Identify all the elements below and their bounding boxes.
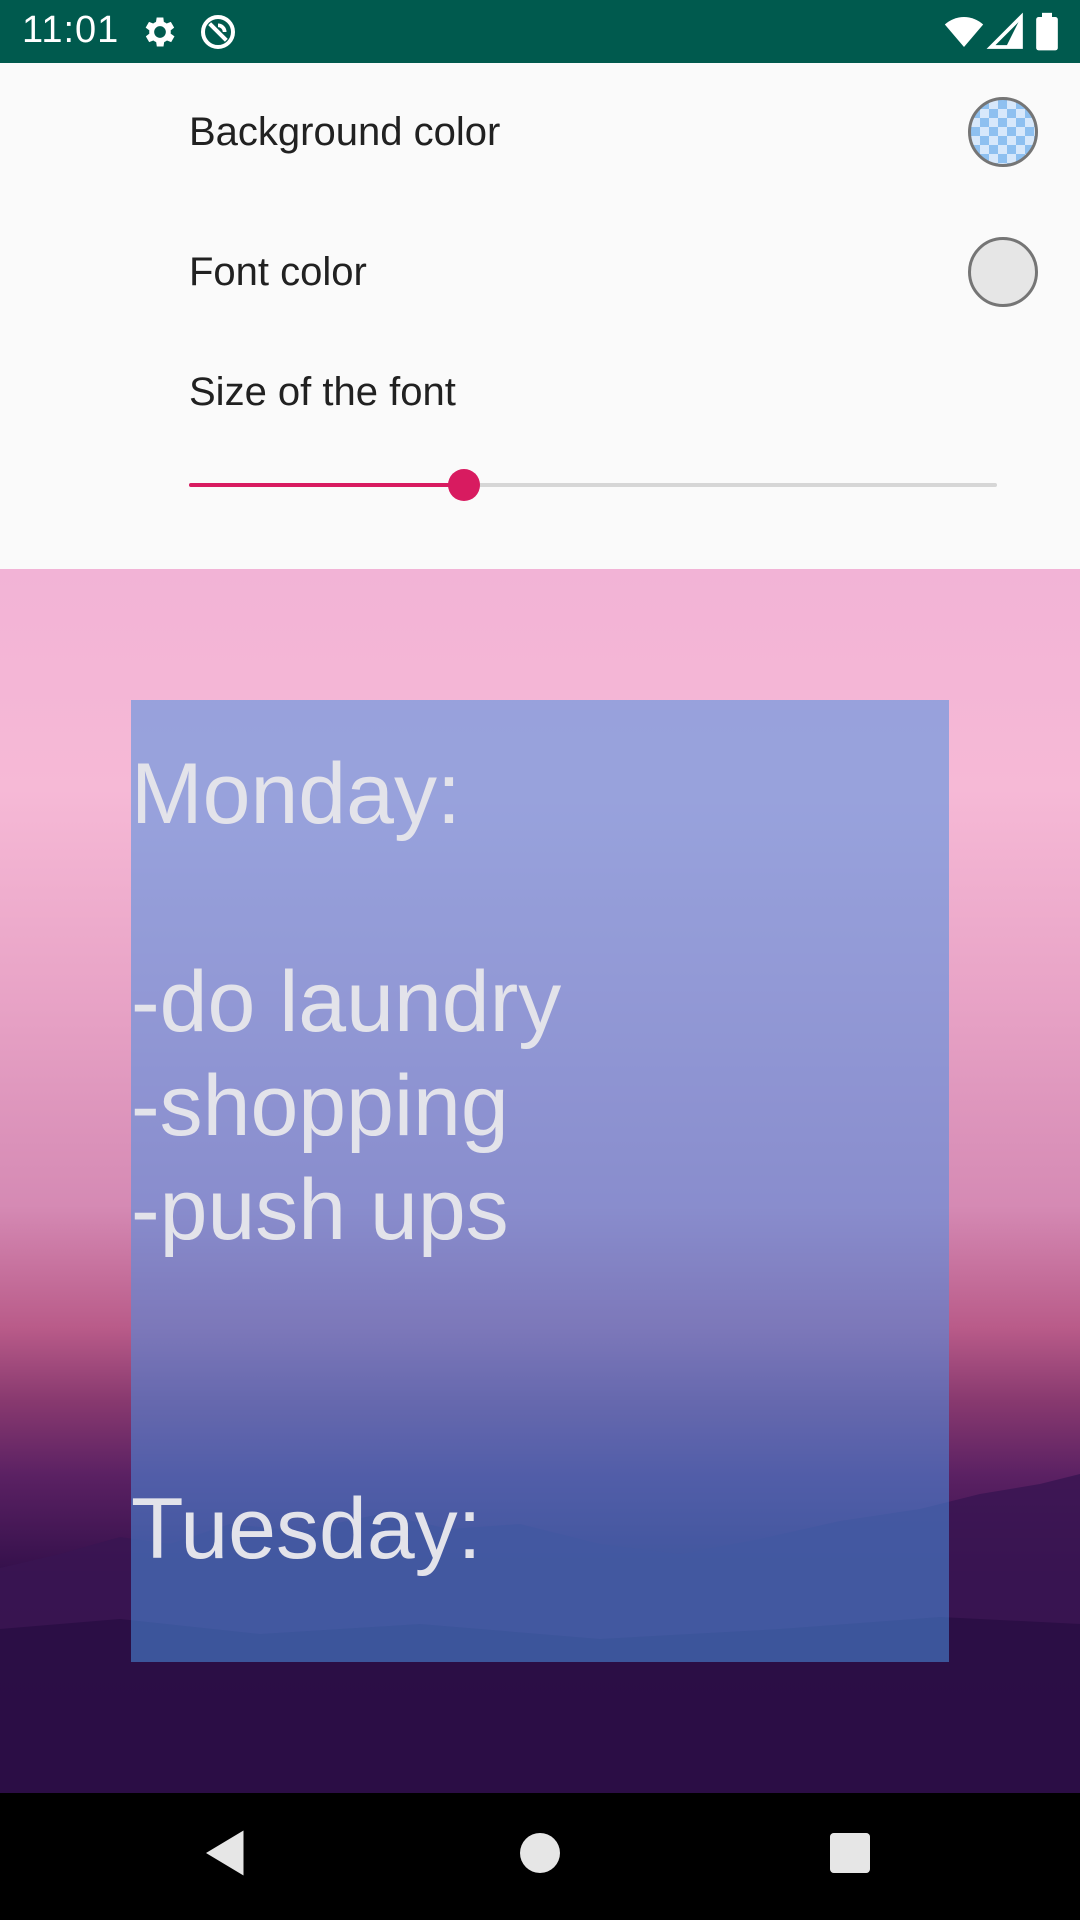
wallpaper-preview: Monday: -do laundry -shopping -push ups …	[0, 569, 1080, 1793]
status-bar: 11:01	[0, 0, 1080, 63]
home-icon[interactable]	[510, 1823, 570, 1883]
wifi-icon	[944, 12, 984, 52]
status-time: 11:01	[22, 9, 120, 51]
widget-line-shopping: -shopping	[131, 1058, 509, 1154]
battery-icon	[1030, 12, 1064, 52]
sync-disabled-icon	[198, 12, 238, 52]
gear-icon	[140, 12, 180, 52]
font-size-label: Size of the font	[189, 370, 456, 414]
background-color-swatch[interactable]	[968, 97, 1038, 167]
back-icon[interactable]	[196, 1823, 256, 1883]
widget-line-laundry: -do laundry	[131, 954, 562, 1050]
font-color-preference[interactable]: Font color	[0, 203, 1080, 343]
background-color-label: Background color	[189, 110, 501, 154]
settings-panel: Background color Font color Size of the …	[0, 63, 1080, 569]
background-color-preference[interactable]: Background color	[0, 63, 1080, 203]
font-color-swatch[interactable]	[968, 237, 1038, 307]
note-widget[interactable]: Monday: -do laundry -shopping -push ups …	[131, 700, 949, 1662]
screen: 11:01 Background color Font color Size o…	[0, 0, 1080, 1920]
widget-line-monday: Monday:	[131, 746, 461, 842]
slider-fill	[189, 483, 464, 487]
recents-icon[interactable]	[820, 1823, 880, 1883]
widget-line-tuesday: Tuesday:	[131, 1481, 482, 1577]
signal-icon	[986, 12, 1026, 52]
slider-thumb[interactable]	[447, 469, 480, 501]
font-size-slider[interactable]	[189, 469, 997, 501]
widget-line-pushups: -push ups	[131, 1162, 509, 1258]
navigation-bar	[0, 1793, 1080, 1920]
font-color-label: Font color	[189, 250, 367, 294]
